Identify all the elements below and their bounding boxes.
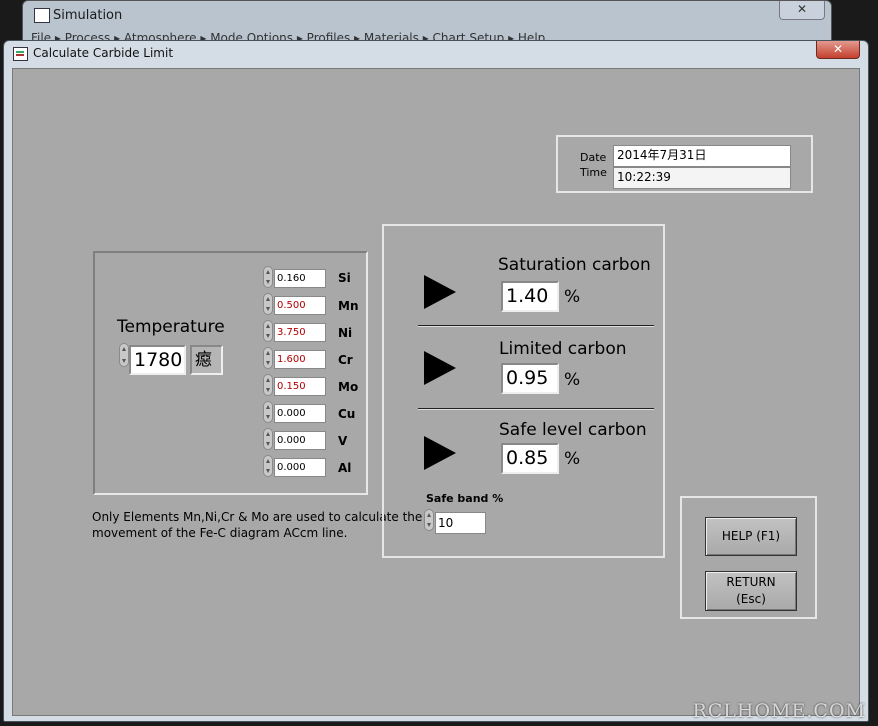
safe-band-label: Safe band % bbox=[426, 492, 504, 505]
background-window-title: Simulation bbox=[53, 8, 123, 23]
limited-indicator bbox=[424, 351, 456, 385]
element-input-mo[interactable]: 0.150 bbox=[274, 377, 326, 396]
element-input-mn[interactable]: 0.500 bbox=[274, 296, 326, 315]
element-input-cu[interactable]: 0.000 bbox=[274, 404, 326, 423]
app-icon bbox=[34, 8, 50, 23]
element-spinner-cr[interactable] bbox=[263, 347, 273, 369]
element-name-al: Al bbox=[338, 461, 352, 475]
temperature-label: Temperature bbox=[117, 317, 225, 337]
background-close-button[interactable]: ✕ bbox=[779, 1, 825, 20]
divider bbox=[418, 408, 654, 409]
window-icon bbox=[13, 47, 28, 61]
element-input-al[interactable]: 0.000 bbox=[274, 458, 326, 477]
date-field[interactable]: 2014年7月31日 bbox=[613, 145, 791, 167]
client-area: Date Time 2014年7月31日 10:22:39 Temperatur… bbox=[12, 68, 860, 716]
elements-note: Only Elements Mn,Ni,Cr & Mo are used to … bbox=[92, 510, 423, 540]
element-name-ni: Ni bbox=[338, 326, 353, 340]
datetime-panel: Date Time 2014年7月31日 10:22:39 bbox=[556, 135, 813, 193]
divider bbox=[418, 325, 654, 326]
element-input-cr[interactable]: 1.600 bbox=[274, 350, 326, 369]
element-name-cr: Cr bbox=[338, 353, 353, 367]
title-bar[interactable]: Calculate Carbide Limit ✕ bbox=[4, 41, 868, 67]
close-button[interactable]: ✕ bbox=[816, 41, 860, 59]
element-spinner-si[interactable] bbox=[263, 266, 273, 288]
saturation-carbon-label: Saturation carbon bbox=[498, 255, 651, 275]
safe-percent: % bbox=[564, 449, 581, 469]
temperature-input[interactable]: 1780 bbox=[129, 345, 186, 375]
saturation-carbon-value: 1.40 bbox=[501, 281, 559, 312]
watermark: RCLHOME.COM bbox=[692, 700, 866, 722]
buttons-panel: HELP (F1) RETURN (Esc) bbox=[680, 496, 817, 619]
safe-level-carbon-label: Safe level carbon bbox=[499, 420, 647, 440]
element-spinner-v[interactable] bbox=[263, 428, 273, 450]
element-spinner-mn[interactable] bbox=[263, 293, 273, 315]
time-label: Time bbox=[580, 166, 607, 179]
element-name-si: Si bbox=[338, 271, 351, 285]
element-input-ni[interactable]: 3.750 bbox=[274, 323, 326, 342]
window-title: Calculate Carbide Limit bbox=[33, 46, 174, 60]
safe-level-carbon-value: 0.85 bbox=[501, 443, 559, 474]
element-name-mo: Mo bbox=[338, 380, 359, 394]
safe-indicator bbox=[424, 436, 456, 470]
temperature-spinner[interactable] bbox=[119, 343, 129, 367]
composition-panel: Temperature 1780 癋 0.160 Si 0.500 Mn 3.7… bbox=[93, 251, 368, 495]
element-name-cu: Cu bbox=[338, 407, 356, 421]
limited-carbon-value: 0.95 bbox=[501, 363, 559, 394]
element-input-v[interactable]: 0.000 bbox=[274, 431, 326, 450]
saturation-indicator bbox=[424, 275, 456, 309]
element-spinner-cu[interactable] bbox=[263, 401, 273, 423]
limited-percent: % bbox=[564, 370, 581, 390]
element-spinner-al[interactable] bbox=[263, 455, 273, 477]
element-input-si[interactable]: 0.160 bbox=[274, 269, 326, 288]
temperature-unit[interactable]: 癋 bbox=[190, 345, 223, 375]
time-field[interactable]: 10:22:39 bbox=[613, 167, 791, 189]
return-button[interactable]: RETURN (Esc) bbox=[705, 571, 797, 611]
date-label: Date bbox=[580, 151, 607, 164]
saturation-percent: % bbox=[564, 287, 581, 307]
limited-carbon-label: Limited carbon bbox=[499, 339, 627, 359]
safe-band-spinner[interactable] bbox=[424, 509, 434, 531]
element-name-v: V bbox=[338, 434, 348, 448]
results-panel: Saturation carbon 1.40 % Limited carbon … bbox=[382, 224, 665, 558]
element-spinner-mo[interactable] bbox=[263, 374, 273, 396]
safe-band-input[interactable]: 10 bbox=[435, 512, 486, 534]
help-button[interactable]: HELP (F1) bbox=[705, 517, 797, 556]
element-spinner-ni[interactable] bbox=[263, 320, 273, 342]
element-name-mn: Mn bbox=[338, 299, 359, 313]
carbide-limit-window: Calculate Carbide Limit ✕ Date Time 2014… bbox=[3, 40, 869, 722]
